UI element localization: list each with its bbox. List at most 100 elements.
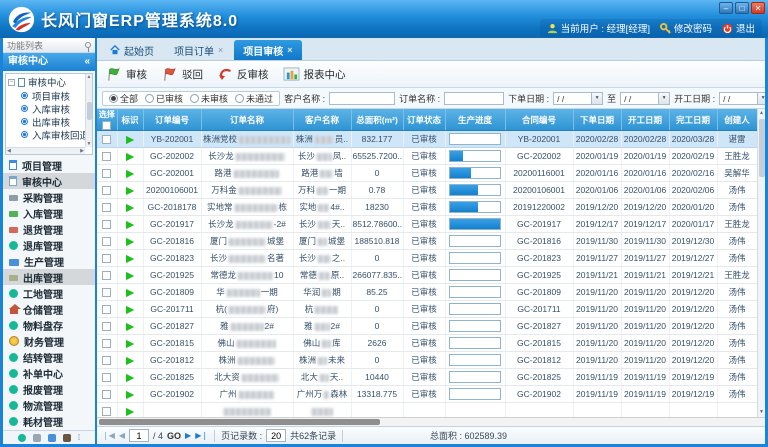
scroll-down-icon[interactable]: ▼ — [759, 408, 764, 417]
sidebar-item-项目管理[interactable]: 项目管理 — [3, 157, 95, 173]
scrollbar-thumb[interactable] — [99, 419, 380, 425]
pen-icon[interactable] — [48, 434, 56, 442]
sidebar-item-退库管理[interactable]: 退库管理 — [3, 237, 95, 253]
col-customer-name[interactable]: 客户名称 — [293, 109, 351, 131]
sidebar-item-报废管理[interactable]: 报废管理 — [3, 381, 95, 397]
sidebar-item-物料盘存[interactable]: 物料盘存 — [3, 317, 95, 333]
row-checkbox[interactable] — [102, 237, 111, 246]
audit-button[interactable]: 审核 — [105, 66, 147, 82]
radio-icon[interactable] — [109, 94, 118, 103]
row-checkbox[interactable] — [102, 288, 111, 297]
row-checkbox[interactable] — [102, 220, 111, 229]
row-checkbox[interactable] — [102, 254, 111, 263]
row-checkbox[interactable] — [102, 271, 111, 280]
radio-all[interactable]: 全部 — [109, 92, 138, 105]
sidebar-item-财务管理[interactable]: 财务管理 — [3, 333, 95, 349]
sidebar-section-header[interactable]: 审核中心 « — [3, 53, 95, 71]
select-all-checkbox[interactable] — [102, 121, 111, 130]
row-checkbox[interactable] — [102, 305, 111, 314]
page-size-input[interactable] — [266, 429, 286, 442]
row-select-cell[interactable] — [97, 250, 117, 267]
start-date-picker[interactable]: / /▼ — [719, 92, 765, 105]
book-icon[interactable] — [63, 434, 71, 442]
reverse-audit-button[interactable]: 反审核 — [217, 67, 269, 82]
table-horizontal-scrollbar[interactable] — [97, 417, 765, 426]
table-row[interactable]: GC-201902 广州 广州万森林 13318.775 已审核 GC-2019… — [97, 386, 757, 403]
sidebar-item-物流管理[interactable]: 物流管理 — [3, 397, 95, 413]
col-order-date[interactable]: 下单日期 — [573, 109, 621, 131]
sidebar-item-工地管理[interactable]: 工地管理 — [3, 285, 95, 301]
table-row[interactable]: GC-201815 佛山 佛山库 2626 已审核 GC-201815 2019… — [97, 335, 757, 352]
table-row[interactable]: GC-201825 北大资 北大天.. 10440 已审核 GC-201825 … — [97, 369, 757, 386]
sidebar-item-入库管理[interactable]: 入库管理 — [3, 205, 95, 221]
row-select-cell[interactable] — [97, 165, 117, 182]
logout-button[interactable]: 退出 — [722, 21, 755, 35]
tree-horizontal-scrollbar[interactable]: ◀ ▶ — [6, 147, 85, 154]
table-row[interactable]: YB-202001 株洲党校 株洲员.. 832.177 已审核 YB-2020… — [97, 131, 757, 148]
pin-icon[interactable] — [85, 42, 91, 48]
scroll-down-icon[interactable]: ▼ — [87, 141, 92, 147]
close-tab-icon[interactable]: × — [218, 45, 223, 55]
row-checkbox[interactable] — [102, 407, 111, 416]
dot-icon[interactable] — [18, 434, 26, 442]
prev-page-button[interactable]: ◀ — [119, 431, 125, 441]
table-row[interactable]: GC-201917 长沙龙-2# 长沙天.. 8512.78600.. 已审核 … — [97, 216, 757, 233]
row-checkbox[interactable] — [102, 322, 111, 331]
row-checkbox[interactable] — [102, 390, 111, 399]
row-select-cell[interactable] — [97, 335, 117, 352]
col-creator[interactable]: 创建人 — [717, 109, 757, 131]
table-row[interactable] — [97, 403, 757, 417]
maximize-button[interactable]: □ — [735, 2, 749, 14]
order-date-to-picker[interactable]: / /▼ — [620, 92, 670, 105]
tree-root[interactable]: − 审核中心 — [8, 75, 84, 89]
table-row[interactable]: GC-201812 株洲 株洲未来 0 已审核 GC-201812 2019/1… — [97, 352, 757, 369]
table-row[interactable]: GC-201809 华一期 华润期 85.25 已审核 GC-201809 20… — [97, 284, 757, 301]
close-button[interactable]: ✕ — [751, 2, 765, 14]
row-select-cell[interactable] — [97, 352, 117, 369]
chevron-down-icon[interactable]: ▼ — [591, 93, 602, 104]
row-select-cell[interactable] — [97, 233, 117, 250]
row-select-cell[interactable] — [97, 199, 117, 216]
sidebar-item-仓储管理[interactable]: 仓储管理 — [3, 301, 95, 317]
row-select-cell[interactable] — [97, 403, 117, 417]
scroll-up-icon[interactable]: ▲ — [759, 109, 764, 118]
row-select-cell[interactable] — [97, 131, 117, 148]
radio-icon[interactable] — [190, 94, 199, 103]
row-select-cell[interactable] — [97, 284, 117, 301]
last-page-button[interactable]: ▶❘ — [195, 431, 208, 441]
scrollbar-thumb[interactable] — [87, 102, 92, 120]
collapse-icon[interactable]: « — [84, 53, 90, 71]
tree-vertical-scrollbar[interactable]: ▲ ▼ — [85, 74, 92, 147]
row-select-cell[interactable] — [97, 216, 117, 233]
close-tab-icon[interactable]: × — [287, 45, 292, 55]
col-finish-date[interactable]: 完工日期 — [669, 109, 717, 131]
row-checkbox[interactable] — [102, 186, 111, 195]
row-checkbox[interactable] — [102, 135, 111, 144]
chevron-down-icon[interactable]: ▼ — [658, 93, 669, 104]
table-vertical-scrollbar[interactable]: ▲ ▼ — [757, 109, 765, 417]
tree-item-inbound-audit[interactable]: 入库审核 — [8, 102, 84, 115]
sidebar-item-出库管理[interactable]: 出库管理 — [3, 269, 95, 285]
scroll-left-icon[interactable]: ◀ — [7, 148, 11, 154]
tab-project-orders[interactable]: 项目订单 × — [165, 40, 232, 60]
row-select-cell[interactable] — [97, 267, 117, 284]
scroll-right-icon[interactable]: ▶ — [80, 148, 84, 154]
sidebar-item-生产管理[interactable]: 生产管理 — [3, 253, 95, 269]
row-select-cell[interactable] — [97, 318, 117, 335]
tab-home[interactable]: 起始页 — [101, 40, 163, 60]
radio-failed[interactable]: 未通过 — [235, 92, 273, 105]
table-row[interactable]: GC-2018178 实地常栋 实地4#.. 18230 已审核 2019122… — [97, 199, 757, 216]
tab-project-audit[interactable]: 项目审核 × — [234, 40, 301, 60]
change-password-button[interactable]: 修改密码 — [660, 21, 712, 35]
col-order-status[interactable]: 订单状态 — [403, 109, 445, 131]
col-progress[interactable]: 生产进度 — [445, 109, 505, 131]
sidebar-item-补单中心[interactable]: 补单中心 — [3, 365, 95, 381]
scroll-up-icon[interactable]: ▲ — [87, 74, 92, 80]
chevron-down-icon[interactable]: ▼ — [757, 93, 765, 104]
row-select-cell[interactable] — [97, 301, 117, 318]
col-order-no[interactable]: 订单编号 — [143, 109, 201, 131]
first-page-button[interactable]: ❘◀ — [102, 431, 115, 441]
row-checkbox[interactable] — [102, 356, 111, 365]
row-select-cell[interactable] — [97, 369, 117, 386]
row-checkbox[interactable] — [102, 169, 111, 178]
